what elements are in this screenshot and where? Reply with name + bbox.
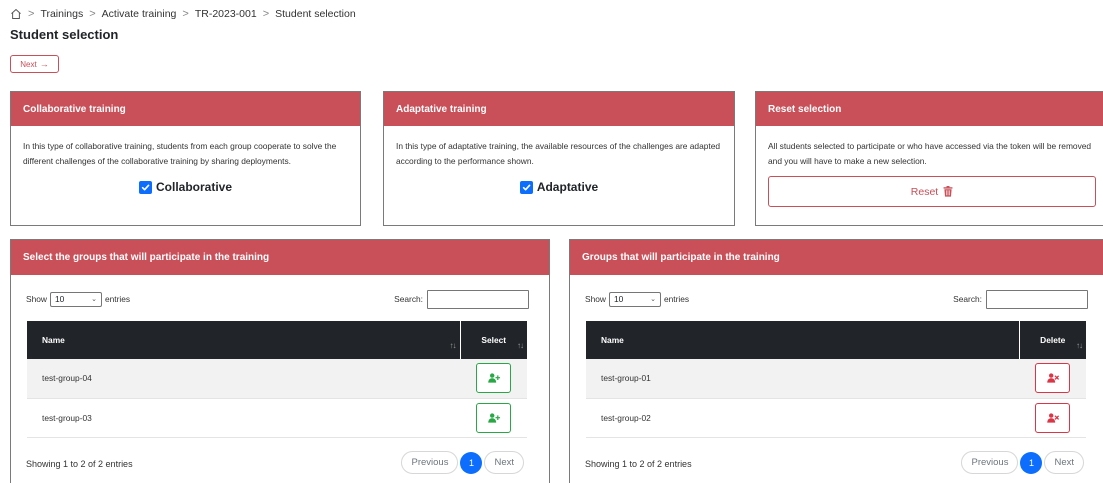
column-header-name[interactable]: Name ↑↓: [27, 321, 460, 359]
column-header-name-label: Name: [42, 335, 65, 345]
sort-icon: ↑↓: [517, 341, 524, 350]
show-entries: Show 10 ⌄ entries: [585, 289, 689, 309]
checkbox-checked-icon[interactable]: [519, 181, 533, 195]
participating-groups-table: Name Delete ↑↓ test-group-01 test-group-0…: [586, 321, 1086, 438]
next-button-label: Next: [20, 59, 37, 69]
available-groups-panel: Select the groups that will participate …: [10, 239, 550, 483]
panel-title: Select the groups that will participate …: [11, 240, 549, 275]
card-description: All students selected to participate or …: [768, 141, 1092, 166]
table-info: Showing 1 to 2 of 2 entries: [26, 459, 133, 469]
next-button[interactable]: Next →: [10, 55, 59, 73]
user-x-icon: [1046, 412, 1059, 423]
page-1-button[interactable]: 1: [460, 451, 483, 474]
entries-label: entries: [104, 294, 131, 304]
breadcrumb-item-training-code[interactable]: TR-2023-001: [195, 8, 257, 20]
search-input[interactable]: [427, 289, 529, 309]
card-title: Adaptative training: [384, 92, 734, 126]
entries-value: 10: [613, 294, 624, 304]
trash-icon: [943, 186, 953, 198]
card-title: Reset selection: [756, 92, 1103, 126]
card-description: In this type of adaptative training, the…: [396, 141, 721, 166]
group-name: test-group-03: [27, 398, 460, 438]
table-row: test-group-02: [586, 398, 1086, 438]
entries-value: 10: [54, 294, 65, 304]
breadcrumb-separator: >: [89, 8, 96, 20]
entries-select[interactable]: 10 ⌄: [49, 291, 102, 307]
show-label: Show: [585, 294, 606, 304]
breadcrumb-separator: >: [28, 8, 35, 20]
checkbox-checked-icon[interactable]: [138, 181, 152, 195]
user-plus-icon: [487, 412, 500, 423]
breadcrumb-item-activate-training[interactable]: Activate training: [102, 8, 177, 20]
search-box: Search:: [953, 289, 1088, 309]
breadcrumb: > Trainings > Activate training > TR-202…: [10, 7, 356, 21]
table-row: test-group-03: [27, 398, 527, 438]
column-header-delete[interactable]: Delete ↑↓: [1018, 321, 1086, 359]
sort-icon: ↑↓: [1076, 341, 1083, 350]
add-group-button[interactable]: [476, 402, 511, 433]
reset-button[interactable]: Reset: [768, 176, 1096, 208]
group-name: test-group-01: [586, 359, 1019, 399]
column-header-name[interactable]: Name: [586, 321, 1019, 359]
search-box: Search:: [394, 289, 529, 309]
column-header-select-label: Select: [481, 335, 507, 345]
breadcrumb-item-current: Student selection: [275, 8, 356, 20]
group-name: test-group-02: [586, 398, 1019, 438]
group-name: test-group-04: [27, 359, 460, 399]
search-input[interactable]: [986, 289, 1088, 309]
add-group-button[interactable]: [476, 363, 511, 394]
checkbox-label: Collaborative: [155, 180, 233, 195]
pagination: Previous 1 Next: [961, 451, 1084, 474]
arrow-right-icon: →: [39, 58, 49, 69]
column-header-delete-label: Delete: [1040, 335, 1066, 345]
sort-icon: ↑↓: [449, 341, 457, 350]
adaptative-training-card: Adaptative training In this type of adap…: [383, 91, 735, 226]
search-label: Search:: [394, 294, 423, 304]
breadcrumb-separator: >: [262, 8, 270, 20]
breadcrumb-item-trainings[interactable]: Trainings: [40, 8, 83, 20]
table-row: test-group-04: [27, 359, 527, 399]
checkbox-label: Adaptative: [536, 180, 599, 195]
previous-page-button[interactable]: Previous: [961, 451, 1019, 474]
next-page-button[interactable]: Next: [484, 451, 524, 474]
chevron-down-icon: ⌄: [650, 296, 656, 303]
adaptative-checkbox[interactable]: Adaptative: [396, 177, 722, 198]
home-icon[interactable]: [10, 8, 22, 20]
collaborative-checkbox[interactable]: Collaborative: [23, 177, 348, 198]
show-entries: Show 10 ⌄ entries: [26, 289, 130, 309]
show-label: Show: [26, 294, 47, 304]
reset-selection-card: Reset selection All students selected to…: [755, 91, 1103, 226]
card-title: Collaborative training: [11, 92, 360, 126]
remove-group-button[interactable]: [1035, 363, 1070, 394]
page-1-button[interactable]: 1: [1020, 451, 1043, 474]
table-info: Showing 1 to 2 of 2 entries: [585, 459, 692, 469]
panel-title: Groups that will participate in the trai…: [570, 240, 1103, 275]
card-description: In this type of collaborative training, …: [23, 141, 337, 166]
entries-label: entries: [663, 294, 690, 304]
breadcrumb-separator: >: [182, 8, 189, 20]
user-x-icon: [1046, 373, 1059, 383]
search-label: Search:: [953, 294, 982, 304]
collaborative-training-card: Collaborative training In this type of c…: [10, 91, 361, 226]
previous-page-button[interactable]: Previous: [401, 451, 459, 474]
chevron-down-icon: ⌄: [91, 296, 97, 303]
participating-groups-panel: Groups that will participate in the trai…: [569, 239, 1103, 483]
remove-group-button[interactable]: [1035, 402, 1070, 433]
column-header-select[interactable]: Select ↑↓: [459, 321, 527, 359]
next-page-button[interactable]: Next: [1044, 451, 1084, 474]
reset-button-label: Reset: [910, 185, 939, 198]
available-groups-table: Name ↑↓ Select ↑↓ test-group-04 test-group…: [27, 321, 527, 438]
pagination: Previous 1 Next: [401, 451, 524, 474]
table-row: test-group-01: [586, 359, 1086, 399]
user-plus-icon: [487, 373, 500, 383]
page-title: Student selection: [10, 27, 119, 42]
column-header-name-label: Name: [601, 335, 624, 345]
entries-select[interactable]: 10 ⌄: [608, 291, 661, 307]
